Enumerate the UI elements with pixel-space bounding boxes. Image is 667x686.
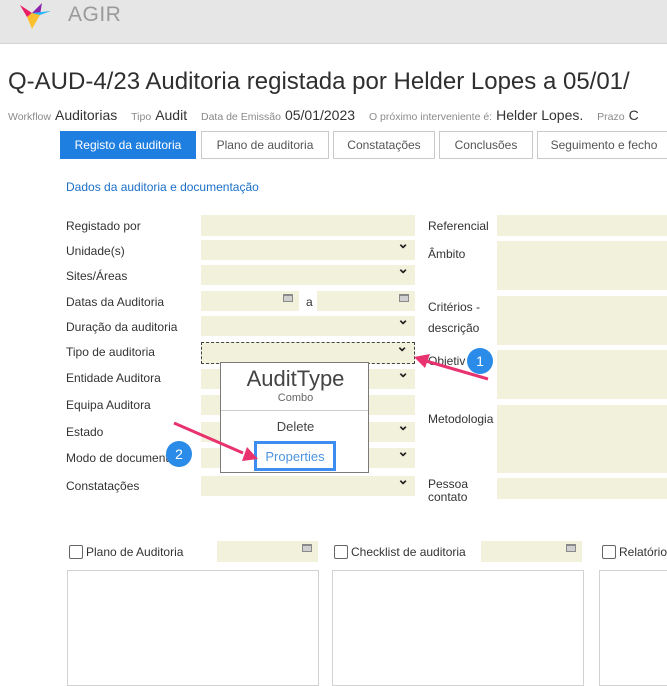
checklist-date-field[interactable] <box>481 541 582 562</box>
calendar-icon[interactable] <box>566 543 576 552</box>
plano-label: Plano de Auditoria <box>86 545 184 559</box>
checklist-checkbox[interactable] <box>334 545 348 559</box>
checklist-attachment-area[interactable] <box>332 570 584 686</box>
plano-date-field[interactable] <box>217 541 318 562</box>
step-badge-1: 1 <box>467 348 493 374</box>
relatorio-attachment-area[interactable] <box>599 570 667 686</box>
step-badge-2: 2 <box>166 441 192 467</box>
arrow-2-head <box>242 447 258 461</box>
relatorio-checkbox[interactable] <box>602 545 616 559</box>
relatorio-label: Relatório <box>619 545 667 559</box>
calendar-icon[interactable] <box>302 543 312 552</box>
checklist-label: Checklist de auditoria <box>351 545 466 559</box>
plano-attachment-area[interactable] <box>67 570 319 686</box>
plano-checkbox[interactable] <box>69 545 83 559</box>
